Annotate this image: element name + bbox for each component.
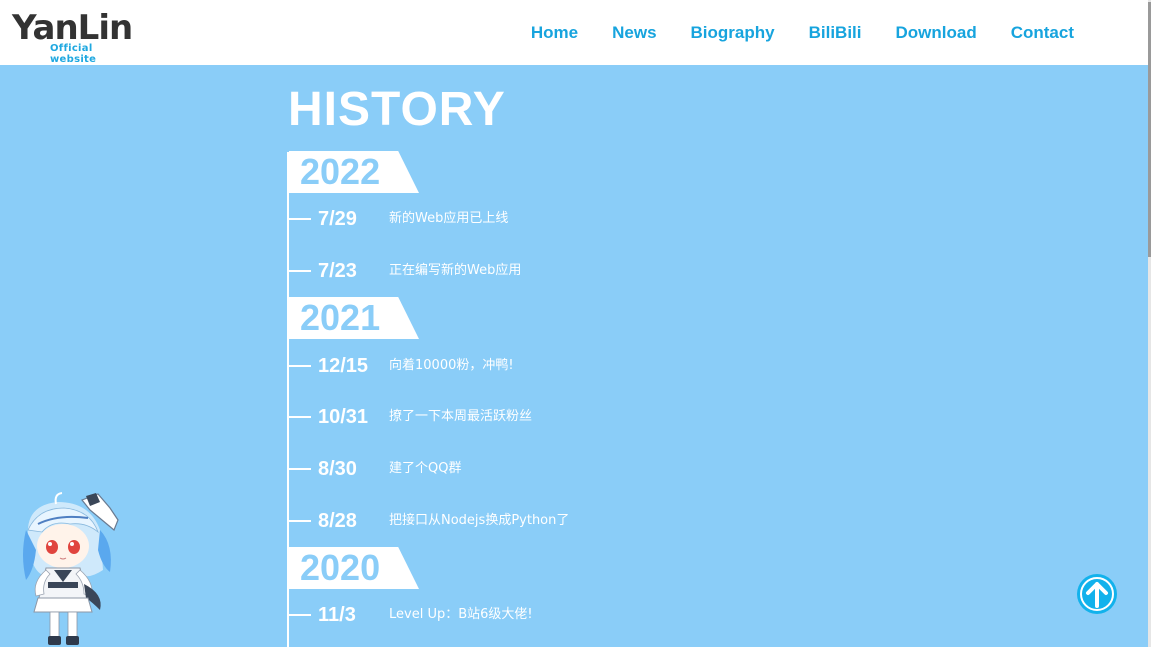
timeline-entry: 7/23 正在编写新的Web应用 xyxy=(289,259,689,283)
entry-date: 10/31 xyxy=(318,406,369,428)
arrow-up-icon xyxy=(1080,577,1114,611)
nav-home[interactable]: Home xyxy=(531,23,578,43)
year-label: 2022 xyxy=(300,151,381,192)
entry-dash xyxy=(289,365,311,367)
logo-text: YanLin xyxy=(12,8,133,48)
history-title: HISTORY xyxy=(288,83,506,136)
timeline-entry: 8/28 把接口从Nodejs换成Python了 xyxy=(289,509,689,533)
entry-text: Level Up：B站6级大佬! xyxy=(389,607,533,622)
entry-dash xyxy=(289,468,311,470)
back-to-top-button[interactable] xyxy=(1077,574,1117,614)
year-label: 2021 xyxy=(300,297,381,338)
site-header: YanLin Official website Home News Biogra… xyxy=(0,0,1148,65)
timeline-entry: 8/30 建了个QQ群 xyxy=(289,457,689,481)
entry-date: 8/30 xyxy=(318,458,357,480)
timeline-entry: 10/31 撩了一下本周最活跃粉丝 xyxy=(289,405,689,429)
entry-date: 7/29 xyxy=(318,208,357,230)
entry-text: 建了个QQ群 xyxy=(389,461,462,476)
timeline-entry: 12/15 向着10000粉，冲鸭! xyxy=(289,354,689,378)
year-label: 2020 xyxy=(300,547,381,588)
logo-subtitle: Official website xyxy=(50,43,97,65)
entry-date: 8/28 xyxy=(318,510,357,532)
entry-date: 7/23 xyxy=(318,260,357,282)
timeline-entry: 7/29 新的Web应用已上线 xyxy=(289,207,689,231)
entry-date: 12/15 xyxy=(318,355,369,377)
entry-dash xyxy=(289,270,311,272)
entry-text: 向着10000粉，冲鸭! xyxy=(389,358,514,373)
year-tab-2022: 2022 xyxy=(289,151,419,193)
mascot-image[interactable] xyxy=(18,490,133,647)
entry-text: 新的Web应用已上线 xyxy=(389,211,509,226)
entry-dash xyxy=(289,218,311,220)
nav-contact[interactable]: Contact xyxy=(1011,23,1074,43)
entry-text: 正在编写新的Web应用 xyxy=(389,263,522,278)
entry-dash xyxy=(289,520,311,522)
entry-dash xyxy=(289,416,311,418)
year-tab-2021: 2021 xyxy=(289,297,419,339)
entry-dash xyxy=(289,614,311,616)
entry-date: 11/3 xyxy=(318,604,356,626)
nav-news[interactable]: News xyxy=(612,23,656,43)
year-tab-2020: 2020 xyxy=(289,547,419,589)
nav-download[interactable]: Download xyxy=(896,23,977,43)
nav-bilibili[interactable]: BiliBili xyxy=(809,23,862,43)
entry-text: 撩了一下本周最活跃粉丝 xyxy=(389,409,533,424)
entry-text: 把接口从Nodejs换成Python了 xyxy=(389,513,570,528)
main-nav: Home News Biography BiliBili Download Co… xyxy=(497,0,1074,65)
site-logo[interactable]: YanLin Official website xyxy=(12,8,142,65)
timeline-entry: 11/3 Level Up：B站6级大佬! xyxy=(289,603,689,627)
anime-mascot-icon xyxy=(23,492,119,645)
nav-biography[interactable]: Biography xyxy=(691,23,775,43)
